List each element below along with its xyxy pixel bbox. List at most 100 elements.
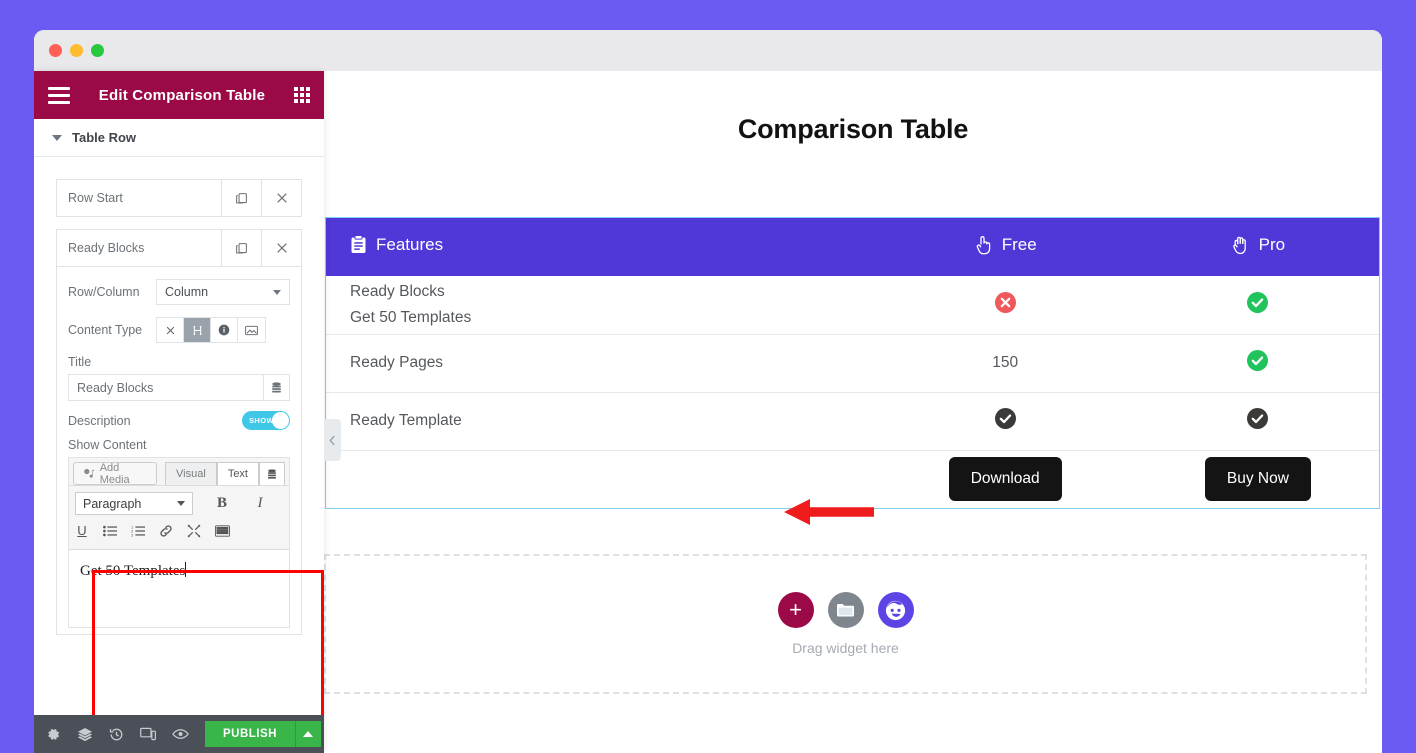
panel-collapse-handle[interactable]: [324, 419, 341, 461]
page-title: Comparison Table: [737, 114, 969, 144]
gear-icon[interactable]: [46, 727, 61, 742]
publish-button[interactable]: PUBLISH: [205, 721, 295, 747]
repeater-item-row-start[interactable]: Row Start: [56, 179, 302, 217]
panel-scroll-area[interactable]: Row Start Ready Blocks Row/Column Column…: [34, 157, 324, 715]
table-row[interactable]: Ready Blocks Get 50 Templates: [326, 276, 1379, 335]
widget-dropzone[interactable]: + Drag widget here: [324, 554, 1367, 694]
wysiwyg-editor: Add Media Visual Text Paragraph B I U 1 …: [68, 457, 290, 628]
hamburger-icon[interactable]: [48, 86, 70, 104]
responsive-icon[interactable]: [140, 727, 156, 741]
editor-panel: Edit Comparison Table Table Row Row Star…: [34, 71, 324, 753]
description-label: Description: [68, 413, 131, 428]
column-header-free: Free: [873, 218, 1137, 276]
title-input-wrap: [68, 374, 290, 401]
browser-window: Edit Comparison Table Table Row Row Star…: [34, 30, 1382, 753]
panel-footer-toolbar: PUBLISH: [34, 715, 324, 753]
content-type-label: Content Type: [68, 323, 143, 337]
feature-cell: Ready Template: [326, 392, 874, 451]
table-header-row: Features Free Pro: [326, 218, 1379, 276]
description-toggle[interactable]: SHOW: [242, 411, 290, 430]
folder-icon[interactable]: [827, 592, 864, 628]
table-row-section-header[interactable]: Table Row: [34, 119, 324, 157]
free-action-cell: Download: [874, 450, 1137, 508]
underline-icon[interactable]: U: [75, 523, 89, 538]
pointing-hand-icon: [974, 235, 993, 255]
row-column-field: Row/Column Column: [68, 279, 290, 305]
editor-toolbar-row-1: Paragraph B I: [75, 491, 283, 516]
left-arrow-annotation: [784, 499, 874, 530]
duplicate-icon[interactable]: [221, 230, 261, 266]
tab-visual[interactable]: Visual: [165, 462, 217, 485]
history-icon[interactable]: [109, 727, 124, 742]
comparison-table-widget[interactable]: Features Free Pro Ready Blocks Get 50 Te…: [325, 217, 1380, 525]
row-column-select[interactable]: Column: [156, 279, 290, 305]
publish-options-button[interactable]: [294, 721, 321, 747]
tab-text[interactable]: Text: [216, 462, 259, 485]
content-type-heading-icon[interactable]: [184, 318, 211, 342]
table-row[interactable]: Ready Pages 150: [326, 334, 1379, 393]
repeater-item-label: Row Start: [68, 191, 123, 205]
screenshot-root: Edit Comparison Table Table Row Row Star…: [0, 0, 1416, 753]
italic-icon[interactable]: I: [253, 495, 267, 512]
open-hand-icon: [1231, 235, 1250, 255]
check-circle-icon: [1247, 291, 1269, 313]
add-media-button[interactable]: Add Media: [73, 462, 158, 486]
free-cell: [873, 392, 1137, 451]
content-type-image-icon[interactable]: [238, 318, 265, 342]
column-header-features: Features: [326, 218, 874, 276]
window-minimize-button[interactable]: [70, 44, 83, 57]
close-icon[interactable]: [261, 180, 301, 216]
link-icon[interactable]: [159, 524, 173, 538]
repeater-item-settings: Row/Column Column Content Type Title Rea…: [56, 267, 302, 635]
clipboard-icon: [350, 235, 367, 254]
preview-eye-icon[interactable]: [172, 728, 189, 740]
description-toggle-label: SHOW: [249, 416, 274, 425]
fullscreen-icon[interactable]: [187, 524, 201, 538]
window-close-button[interactable]: [49, 44, 62, 57]
show-content-label: Show Content: [68, 438, 147, 452]
keyboard-toolbar-icon[interactable]: [215, 524, 230, 537]
pro-cell: [1136, 276, 1379, 335]
format-select[interactable]: Paragraph: [75, 492, 193, 515]
bold-icon[interactable]: B: [215, 495, 229, 512]
buy-now-button[interactable]: Buy Now: [1204, 457, 1311, 502]
pro-action-cell: Buy Now: [1137, 450, 1379, 508]
duplicate-icon[interactable]: [221, 180, 261, 216]
repeater-item-label: Ready Blocks: [68, 241, 145, 255]
title-input[interactable]: [69, 375, 263, 400]
table-body: Ready Blocks Get 50 Templates Ready Page…: [326, 276, 1379, 508]
table-row[interactable]: Ready Template: [326, 392, 1379, 451]
smiley-face-icon[interactable]: [877, 592, 914, 628]
publish-group: PUBLISH: [205, 721, 321, 747]
feature-description: Get 50 Templates: [350, 308, 472, 326]
pro-cell: [1136, 392, 1379, 451]
editor-toolbar-row-2: U 1 2 3: [75, 518, 283, 543]
numbered-list-icon[interactable]: 1 2 3: [131, 525, 145, 537]
content-type-info-icon[interactable]: [211, 318, 238, 342]
feature-title: Ready Blocks: [350, 283, 445, 301]
chevron-up-icon: [303, 731, 314, 737]
download-button[interactable]: Download: [948, 457, 1062, 502]
app-body: Edit Comparison Table Table Row Row Star…: [34, 71, 1382, 753]
comparison-table: Features Free Pro Ready Blocks Get 50 Te…: [326, 218, 1379, 508]
content-type-none-icon[interactable]: [157, 318, 184, 342]
table-row-section-label: Table Row: [72, 130, 137, 145]
editor-content-text: Get 50 Templates: [80, 563, 186, 579]
layers-icon[interactable]: [77, 727, 93, 742]
bulleted-list-icon[interactable]: [103, 525, 117, 537]
database-icon[interactable]: [263, 375, 289, 400]
chevron-down-icon: [177, 501, 185, 506]
cross-circle-icon: [994, 291, 1016, 313]
repeater-item-ready-blocks[interactable]: Ready Blocks: [56, 229, 302, 267]
close-icon[interactable]: [261, 230, 301, 266]
plus-icon[interactable]: +: [777, 592, 814, 628]
free-cell: 150: [873, 334, 1137, 393]
grid-icon[interactable]: [294, 87, 310, 103]
database-icon[interactable]: [259, 462, 285, 485]
pro-cell: [1136, 334, 1379, 393]
editor-content-area[interactable]: Get 50 Templates: [69, 549, 289, 627]
window-titlebar: [34, 30, 1382, 71]
window-maximize-button[interactable]: [91, 44, 104, 57]
title-label: Title: [68, 355, 92, 369]
feature-title: Ready Template: [350, 412, 462, 430]
